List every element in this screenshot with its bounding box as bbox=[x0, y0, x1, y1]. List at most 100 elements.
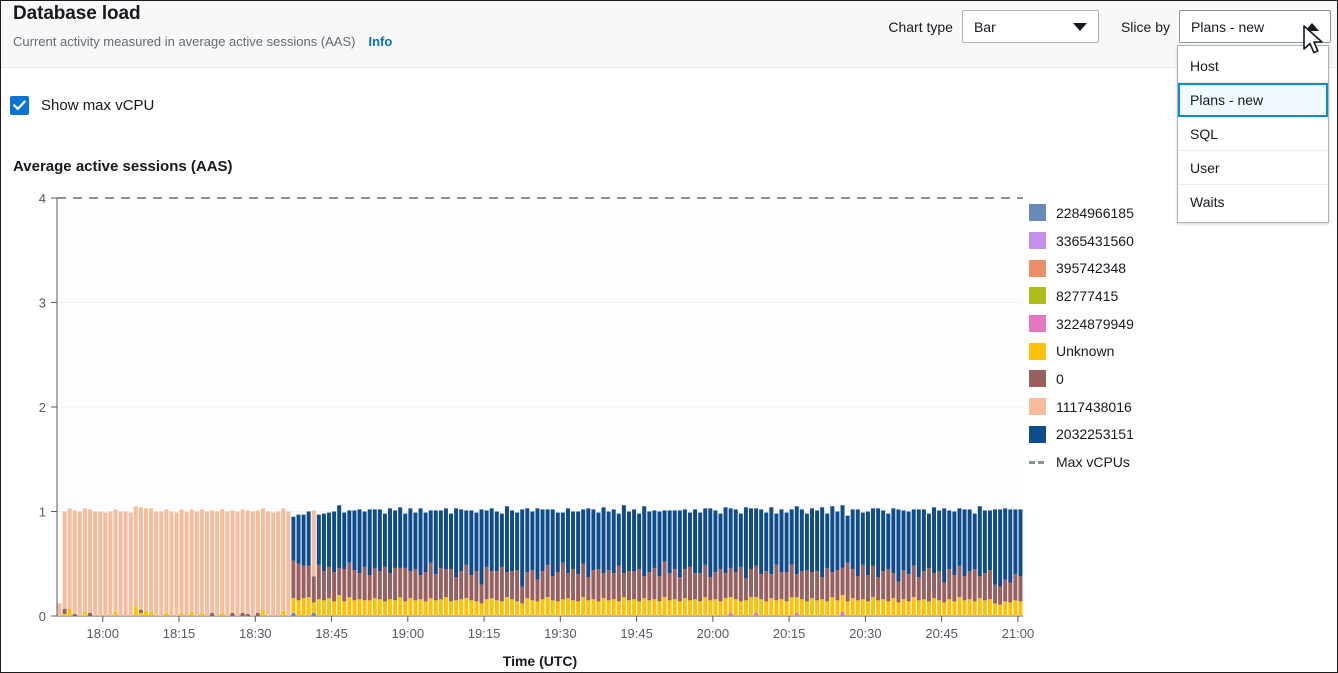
bar-segment[interactable] bbox=[591, 599, 595, 616]
bar-segment[interactable] bbox=[63, 614, 67, 616]
bar-segment[interactable] bbox=[790, 509, 794, 564]
bar-segment[interactable] bbox=[352, 600, 356, 616]
bar-segment[interactable] bbox=[942, 508, 946, 582]
bar-segment[interactable] bbox=[439, 599, 443, 616]
bar-segment[interactable] bbox=[490, 571, 494, 598]
bar-segment[interactable] bbox=[957, 597, 961, 616]
bar-segment[interactable] bbox=[464, 565, 468, 598]
bar-segment[interactable] bbox=[632, 509, 636, 571]
bar-segment[interactable] bbox=[993, 509, 997, 584]
bar-segment[interactable] bbox=[790, 565, 794, 597]
bar-segment[interactable] bbox=[998, 509, 1002, 586]
bar-segment[interactable] bbox=[825, 514, 829, 568]
show-max-vcpu-row[interactable]: Show max vCPU bbox=[10, 96, 154, 115]
bar-segment[interactable] bbox=[190, 509, 194, 611]
bar-segment[interactable] bbox=[841, 595, 845, 612]
bar-segment[interactable] bbox=[1008, 509, 1012, 582]
bar-segment[interactable] bbox=[449, 514, 453, 569]
bar-segment[interactable] bbox=[500, 514, 504, 567]
bar-segment[interactable] bbox=[541, 509, 545, 571]
bar-segment[interactable] bbox=[424, 513, 428, 573]
bar-segment[interactable] bbox=[535, 508, 539, 579]
bar-segment[interactable] bbox=[902, 599, 906, 616]
bar-segment[interactable] bbox=[713, 599, 717, 616]
bar-segment[interactable] bbox=[876, 577, 880, 600]
bar-segment[interactable] bbox=[73, 510, 77, 613]
bar-segment[interactable] bbox=[693, 573, 697, 599]
bar-segment[interactable] bbox=[841, 505, 845, 568]
bar-segment[interactable] bbox=[729, 613, 733, 616]
bar-segment[interactable] bbox=[795, 613, 799, 616]
bar-segment[interactable] bbox=[200, 613, 204, 616]
bar-segment[interactable] bbox=[291, 517, 295, 561]
bar-segment[interactable] bbox=[474, 513, 478, 572]
bar-segment[interactable] bbox=[835, 512, 839, 571]
bar-segment[interactable] bbox=[530, 600, 534, 616]
bar-segment[interactable] bbox=[780, 599, 784, 616]
bar-segment[interactable] bbox=[307, 566, 311, 597]
bar-segment[interactable] bbox=[383, 567, 387, 601]
bar-segment[interactable] bbox=[922, 599, 926, 616]
bar-segment[interactable] bbox=[581, 509, 585, 563]
bar-segment[interactable] bbox=[327, 567, 331, 598]
bar-segment[interactable] bbox=[774, 600, 778, 616]
bar-segment[interactable] bbox=[352, 570, 356, 600]
bar-segment[interactable] bbox=[261, 610, 265, 616]
bar-segment[interactable] bbox=[1003, 601, 1007, 616]
bar-segment[interactable] bbox=[444, 508, 448, 569]
bar-segment[interactable] bbox=[998, 587, 1002, 605]
bar-segment[interactable] bbox=[957, 508, 961, 565]
bar-segment[interactable] bbox=[1003, 579, 1007, 601]
bar-segment[interactable] bbox=[927, 601, 931, 616]
bar-segment[interactable] bbox=[688, 600, 692, 616]
bar-segment[interactable] bbox=[947, 599, 951, 616]
bar-segment[interactable] bbox=[500, 601, 504, 616]
bar-segment[interactable] bbox=[302, 515, 306, 566]
bar-segment[interactable] bbox=[546, 565, 550, 597]
bar-segment[interactable] bbox=[851, 509, 855, 569]
bar-segment[interactable] bbox=[739, 601, 743, 616]
bar-segment[interactable] bbox=[200, 509, 204, 612]
bar-segment[interactable] bbox=[205, 512, 209, 617]
bar-segment[interactable] bbox=[937, 600, 941, 616]
bar-segment[interactable] bbox=[113, 509, 117, 611]
bar-segment[interactable] bbox=[139, 610, 143, 613]
bar-segment[interactable] bbox=[83, 508, 87, 611]
bar-segment[interactable] bbox=[952, 575, 956, 601]
bar-segment[interactable] bbox=[368, 509, 372, 575]
bar-segment[interactable] bbox=[159, 512, 163, 617]
bar-segment[interactable] bbox=[952, 601, 956, 616]
bar-segment[interactable] bbox=[947, 510, 951, 569]
bar-segment[interactable] bbox=[968, 509, 972, 571]
bar-segment[interactable] bbox=[164, 509, 168, 612]
bar-segment[interactable] bbox=[927, 568, 931, 601]
bar-segment[interactable] bbox=[724, 507, 728, 573]
bar-segment[interactable] bbox=[881, 571, 885, 599]
bar-segment[interactable] bbox=[739, 567, 743, 601]
bar-segment[interactable] bbox=[429, 510, 433, 562]
bar-segment[interactable] bbox=[490, 508, 494, 571]
bar-segment[interactable] bbox=[856, 600, 860, 616]
bar-segment[interactable] bbox=[891, 573, 895, 598]
bar-segment[interactable] bbox=[658, 576, 662, 601]
bar-segment[interactable] bbox=[469, 510, 473, 575]
bar-segment[interactable] bbox=[464, 510, 468, 564]
bar-segment[interactable] bbox=[149, 612, 153, 616]
bar-segment[interactable] bbox=[622, 597, 626, 616]
bar-segment[interactable] bbox=[530, 512, 534, 571]
bar-segment[interactable] bbox=[744, 600, 748, 616]
bar-segment[interactable] bbox=[144, 508, 148, 610]
bar-segment[interactable] bbox=[185, 512, 189, 617]
bar-segment[interactable] bbox=[891, 508, 895, 573]
bar-segment[interactable] bbox=[724, 573, 728, 598]
bar-segment[interactable] bbox=[922, 571, 926, 599]
bar-segment[interactable] bbox=[566, 598, 570, 616]
bar-segment[interactable] bbox=[815, 600, 819, 616]
bar-segment[interactable] bbox=[68, 508, 72, 608]
bar-segment[interactable] bbox=[703, 597, 707, 616]
bar-segment[interactable] bbox=[266, 512, 270, 617]
bar-segment[interactable] bbox=[576, 601, 580, 616]
bar-segment[interactable] bbox=[561, 563, 565, 600]
bar-segment[interactable] bbox=[907, 601, 911, 616]
bar-segment[interactable] bbox=[881, 599, 885, 616]
